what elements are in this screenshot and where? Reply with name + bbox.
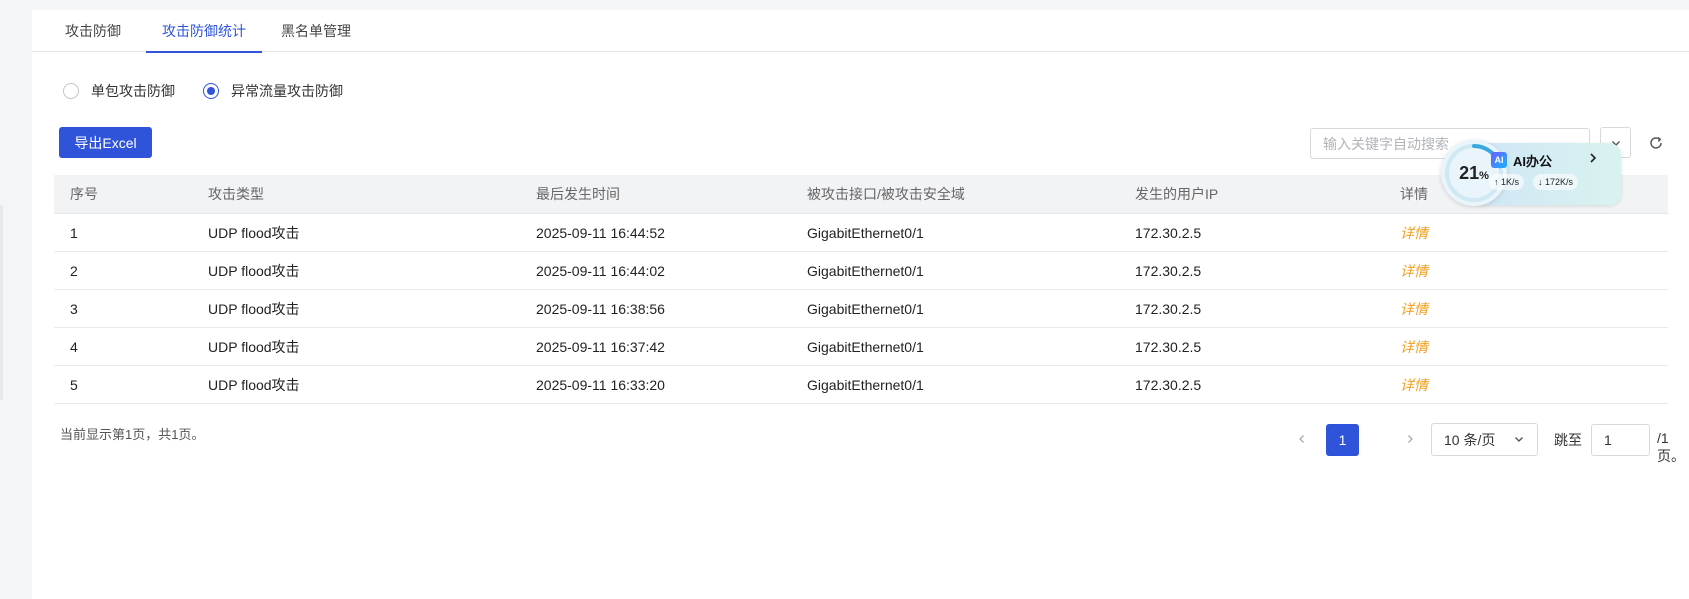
left-side-strip bbox=[0, 0, 32, 599]
cell-user-ip: 172.30.2.5 bbox=[1135, 225, 1202, 241]
cpu-usage-ring[interactable]: 21% bbox=[1441, 140, 1507, 206]
column-header-user-ip: 发生的用户IP bbox=[1135, 186, 1219, 202]
cell-attack-type: UDP flood攻击 bbox=[208, 263, 300, 279]
cell-user-ip: 172.30.2.5 bbox=[1135, 301, 1202, 317]
details-link[interactable]: 详情 bbox=[1400, 328, 1428, 366]
details-link[interactable]: 详情 bbox=[1400, 290, 1428, 328]
jump-to-label: 跳至 bbox=[1554, 432, 1582, 448]
page-size-select[interactable]: 10 条/页 bbox=[1431, 423, 1538, 456]
side-edge bbox=[0, 205, 3, 400]
export-excel-button[interactable]: 导出Excel bbox=[59, 127, 152, 158]
cell-index: 3 bbox=[70, 301, 78, 317]
tab-blacklist-management[interactable]: 黑名单管理 bbox=[276, 10, 356, 52]
table-row: 5 UDP flood攻击 2025-09-11 16:33:20 Gigabi… bbox=[54, 366, 1668, 404]
page-button-current[interactable]: 1 bbox=[1326, 424, 1359, 456]
radio-abnormal-traffic-defense[interactable]: 异常流量攻击防御 bbox=[203, 80, 343, 102]
cell-interface: GigabitEthernet0/1 bbox=[807, 339, 924, 355]
column-header-interface: 被攻击接口/被攻击安全域 bbox=[807, 186, 965, 202]
refresh-icon bbox=[1650, 136, 1662, 149]
radio-circle-selected bbox=[203, 83, 219, 99]
tab-attack-defense-statistics[interactable]: 攻击防御统计 bbox=[146, 10, 262, 53]
cell-index: 4 bbox=[70, 339, 78, 355]
cell-last-time: 2025-09-11 16:33:20 bbox=[536, 377, 665, 393]
column-header-last-time: 最后发生时间 bbox=[536, 186, 620, 202]
table-row: 4 UDP flood攻击 2025-09-11 16:37:42 Gigabi… bbox=[54, 328, 1668, 366]
ai-logo-icon: AI bbox=[1491, 152, 1507, 168]
cell-index: 5 bbox=[70, 377, 78, 393]
usage-percent: 21% bbox=[1459, 162, 1489, 183]
pagination-summary: 当前显示第1页，共1页。 bbox=[60, 427, 205, 442]
cell-interface: GigabitEthernet0/1 bbox=[807, 263, 924, 279]
cell-last-time: 2025-09-11 16:38:56 bbox=[536, 301, 665, 317]
chevron-down-icon bbox=[1515, 437, 1523, 442]
cell-user-ip: 172.30.2.5 bbox=[1135, 377, 1202, 393]
total-pages-label: /1页。 bbox=[1657, 430, 1685, 464]
refresh-button[interactable] bbox=[1646, 133, 1666, 153]
chevron-right-icon bbox=[1408, 435, 1413, 443]
cell-attack-type: UDP flood攻击 bbox=[208, 301, 300, 317]
cell-last-time: 2025-09-11 16:37:42 bbox=[536, 339, 665, 355]
main-panel: 攻击防御 攻击防御统计 黑名单管理 单包攻击防御 异常流量攻击防御 导出Exce… bbox=[32, 10, 1689, 599]
radio-label: 单包攻击防御 bbox=[91, 83, 175, 99]
table-row: 3 UDP flood攻击 2025-09-11 16:38:56 Gigabi… bbox=[54, 290, 1668, 328]
cell-user-ip: 172.30.2.5 bbox=[1135, 339, 1202, 355]
ai-office-title: AI办公 bbox=[1513, 154, 1553, 169]
chevron-right-icon bbox=[1590, 153, 1597, 163]
tab-attack-defense[interactable]: 攻击防御 bbox=[58, 10, 128, 52]
column-header-index: 序号 bbox=[70, 186, 98, 202]
tab-bar: 攻击防御 攻击防御统计 黑名单管理 bbox=[32, 10, 1689, 53]
cell-attack-type: UDP flood攻击 bbox=[208, 225, 300, 241]
table-header: 序号 攻击类型 最后发生时间 被攻击接口/被攻击安全域 发生的用户IP 详情 bbox=[54, 175, 1668, 214]
jump-page-input[interactable] bbox=[1591, 424, 1650, 456]
table-row: 2 UDP flood攻击 2025-09-11 16:44:02 Gigabi… bbox=[54, 252, 1668, 290]
chevron-left-icon bbox=[1299, 435, 1304, 443]
page-size-value: 10 条/页 bbox=[1444, 431, 1496, 448]
column-header-attack-type: 攻击类型 bbox=[208, 186, 264, 202]
next-page-button[interactable] bbox=[1400, 429, 1420, 449]
radio-single-packet-defense[interactable]: 单包攻击防御 bbox=[63, 80, 175, 102]
details-link[interactable]: 详情 bbox=[1400, 366, 1428, 404]
cell-last-time: 2025-09-11 16:44:52 bbox=[536, 225, 665, 241]
cell-interface: GigabitEthernet0/1 bbox=[807, 301, 924, 317]
cell-interface: GigabitEthernet0/1 bbox=[807, 225, 924, 241]
cell-last-time: 2025-09-11 16:44:02 bbox=[536, 263, 665, 279]
table-row: 1 UDP flood攻击 2025-09-11 16:44:52 Gigabi… bbox=[54, 214, 1668, 252]
column-header-details: 详情 bbox=[1400, 186, 1428, 202]
details-link[interactable]: 详情 bbox=[1400, 252, 1428, 290]
cell-index: 2 bbox=[70, 263, 78, 279]
download-speed: ↓ 172K/s bbox=[1533, 174, 1579, 190]
radio-label: 异常流量攻击防御 bbox=[231, 83, 343, 99]
ai-office-widget[interactable]: 21% AI AI办公 ↑ 1K/s ↓ 172K/s bbox=[1441, 140, 1623, 206]
cell-attack-type: UDP flood攻击 bbox=[208, 339, 300, 355]
cell-attack-type: UDP flood攻击 bbox=[208, 377, 300, 393]
radio-circle bbox=[63, 83, 79, 99]
upload-speed: ↑ 1K/s bbox=[1489, 174, 1525, 190]
details-link[interactable]: 详情 bbox=[1400, 214, 1428, 252]
top-bar bbox=[0, 0, 1689, 10]
cell-interface: GigabitEthernet0/1 bbox=[807, 377, 924, 393]
cell-user-ip: 172.30.2.5 bbox=[1135, 263, 1202, 279]
attack-stats-table: 序号 攻击类型 最后发生时间 被攻击接口/被攻击安全域 发生的用户IP 详情 1… bbox=[54, 175, 1668, 404]
prev-page-button[interactable] bbox=[1292, 429, 1312, 449]
cell-index: 1 bbox=[70, 225, 78, 241]
